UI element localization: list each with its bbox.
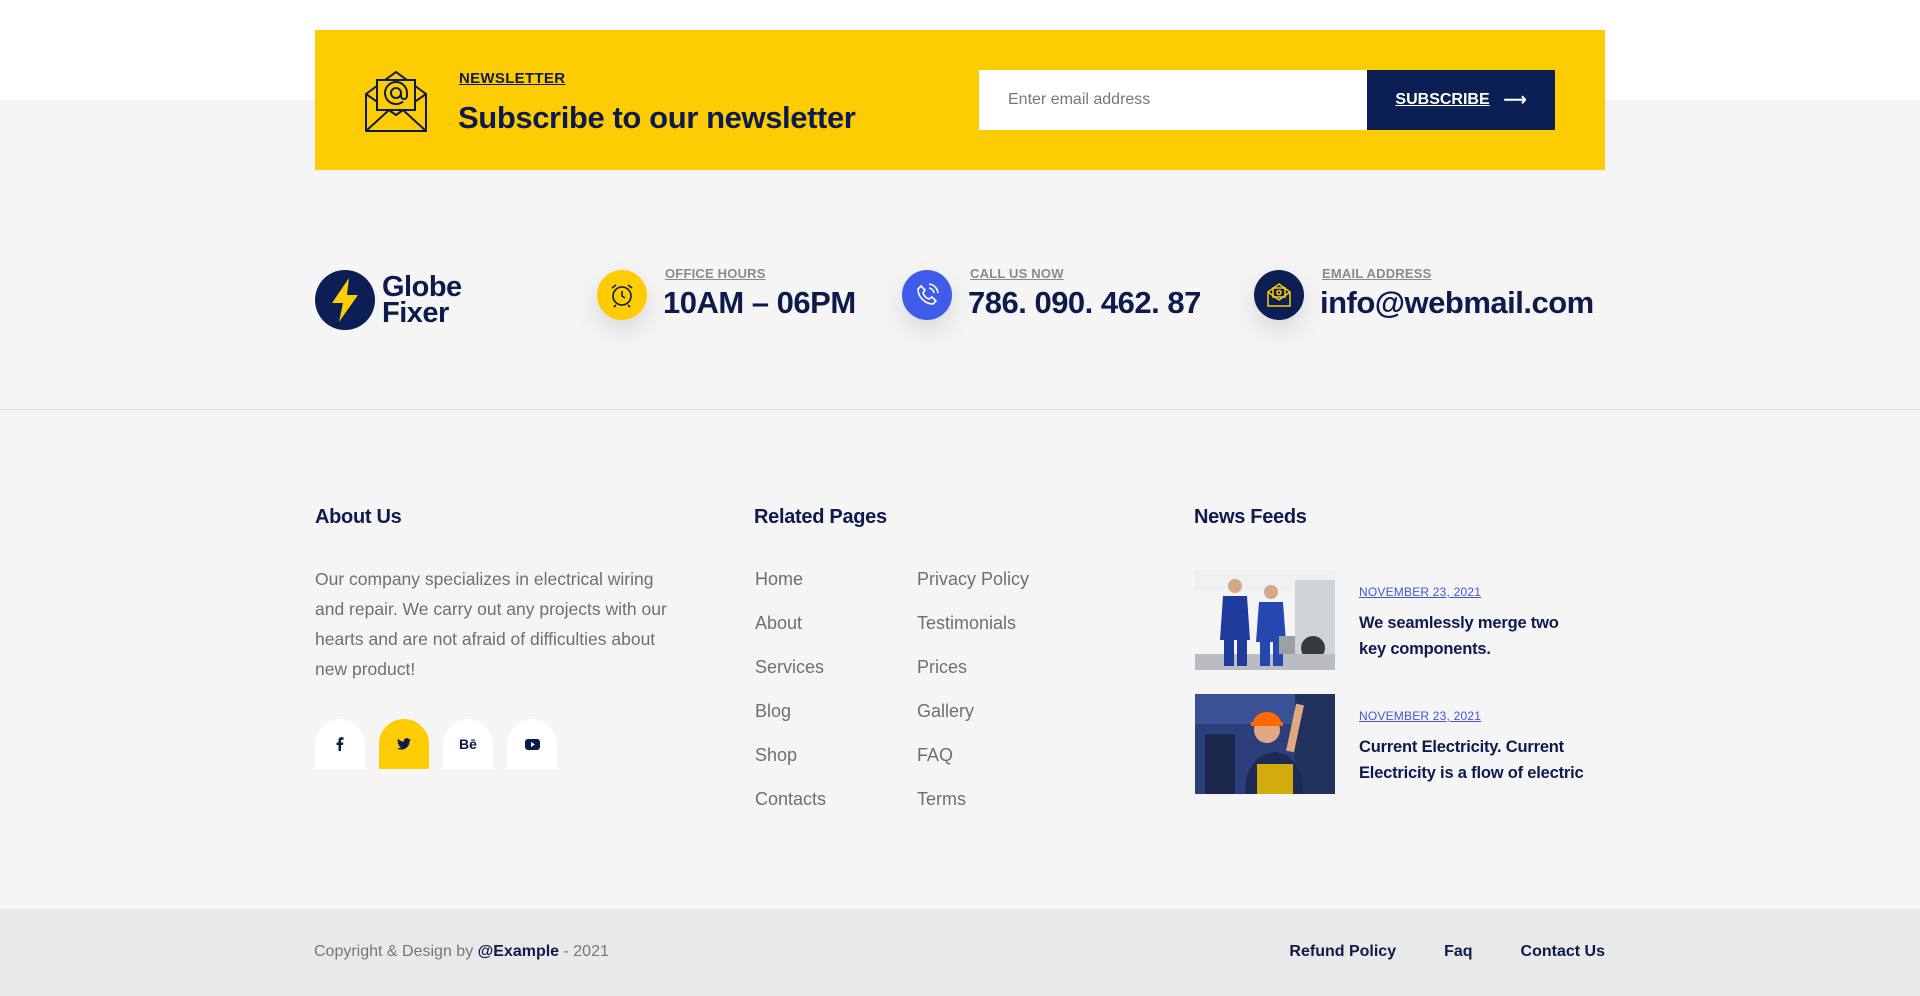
- twitter-icon: [397, 738, 411, 750]
- newsletter-kicker: NEWSLETTER: [459, 70, 566, 87]
- bottom-nav: Refund Policy Faq Contact Us: [1289, 943, 1605, 961]
- call-us-block: CALL US NOW 786. 090. 462. 87: [902, 266, 1201, 321]
- email-icon: [1254, 270, 1304, 320]
- phone-icon: [902, 270, 952, 320]
- link-testimonials[interactable]: Testimonials: [917, 609, 1029, 653]
- arrow-right-icon: ⟶: [1503, 92, 1527, 109]
- social-links: Bē: [315, 719, 557, 769]
- contact-us-link[interactable]: Contact Us: [1521, 943, 1605, 961]
- link-faq[interactable]: FAQ: [917, 741, 1029, 785]
- link-contacts[interactable]: Contacts: [755, 785, 826, 829]
- newsletter-title: Subscribe to our newsletter: [458, 100, 856, 135]
- news-title[interactable]: We seamlessly merge two key components.: [1359, 610, 1589, 662]
- facebook-icon: [336, 737, 344, 751]
- email-label: EMAIL ADDRESS: [1322, 266, 1432, 281]
- news-thumbnail[interactable]: [1195, 694, 1335, 794]
- email-input[interactable]: [979, 70, 1367, 130]
- link-shop[interactable]: Shop: [755, 741, 826, 785]
- news-feeds-title: News Feeds: [1194, 506, 1307, 528]
- brand-name: Globe Fixer: [382, 273, 462, 329]
- link-prices[interactable]: Prices: [917, 653, 1029, 697]
- related-pages-title: Related Pages: [754, 506, 887, 528]
- news-date[interactable]: NOVEMBER 23, 2021: [1359, 709, 1481, 723]
- news-item[interactable]: NOVEMBER 23, 2021 We seamlessly merge tw…: [1195, 570, 1605, 670]
- copyright-suffix: - 2021: [559, 943, 609, 960]
- youtube-button[interactable]: [507, 719, 557, 769]
- phone-number[interactable]: 786. 090. 462. 87: [968, 285, 1201, 321]
- about-text: Our company specializes in electrical wi…: [315, 569, 667, 679]
- link-blog[interactable]: Blog: [755, 697, 826, 741]
- news-item[interactable]: NOVEMBER 23, 2021 Current Electricity. C…: [1195, 694, 1605, 794]
- copyright: Copyright & Design by @Example - 2021: [314, 943, 609, 961]
- related-links-col2: Privacy Policy Testimonials Prices Galle…: [917, 565, 1029, 829]
- link-terms[interactable]: Terms: [917, 785, 1029, 829]
- lightning-bolt-icon: [315, 270, 375, 330]
- link-services[interactable]: Services: [755, 653, 826, 697]
- bottom-bar: Copyright & Design by @Example - 2021 Re…: [0, 909, 1920, 996]
- youtube-icon: [524, 738, 540, 750]
- link-home[interactable]: Home: [755, 565, 826, 609]
- subscribe-button[interactable]: SUBSCRIBE ⟶: [1367, 70, 1555, 130]
- refund-policy-link[interactable]: Refund Policy: [1289, 943, 1396, 961]
- facebook-button[interactable]: [315, 719, 365, 769]
- news-thumbnail[interactable]: [1195, 570, 1335, 670]
- link-about[interactable]: About: [755, 609, 826, 653]
- behance-button[interactable]: Bē: [443, 719, 493, 769]
- section-divider: [0, 409, 1920, 410]
- office-hours-block: OFFICE HOURS 10AM – 06PM: [597, 266, 856, 321]
- call-us-label: CALL US NOW: [970, 266, 1064, 281]
- office-hours-value: 10AM – 06PM: [663, 285, 856, 320]
- news-date[interactable]: NOVEMBER 23, 2021: [1359, 585, 1481, 599]
- behance-icon: Bē: [459, 736, 477, 752]
- link-privacy-policy[interactable]: Privacy Policy: [917, 565, 1029, 609]
- news-title[interactable]: Current Electricity. Current Electricity…: [1359, 734, 1589, 786]
- link-gallery[interactable]: Gallery: [917, 697, 1029, 741]
- alarm-clock-icon: [597, 270, 647, 320]
- about-title: About Us: [315, 506, 402, 528]
- copyright-prefix: Copyright & Design by: [314, 943, 478, 960]
- brand-logo-link[interactable]: Globe Fixer: [315, 270, 462, 330]
- copyright-brand-link[interactable]: @Example: [478, 943, 559, 960]
- office-hours-label: OFFICE HOURS: [665, 266, 766, 281]
- email-block: EMAIL ADDRESS info@webmail.com: [1254, 266, 1594, 321]
- subscribe-label: SUBSCRIBE: [1395, 91, 1490, 108]
- related-links-col1: Home About Services Blog Shop Contacts: [755, 565, 826, 829]
- email-address[interactable]: info@webmail.com: [1320, 285, 1594, 321]
- brand-name-line2: Fixer: [382, 297, 449, 329]
- faq-link[interactable]: Faq: [1444, 943, 1472, 961]
- newsletter-banner: NEWSLETTER Subscribe to our newsletter S…: [315, 30, 1605, 170]
- twitter-button[interactable]: [379, 719, 429, 769]
- envelope-at-icon: [365, 70, 427, 132]
